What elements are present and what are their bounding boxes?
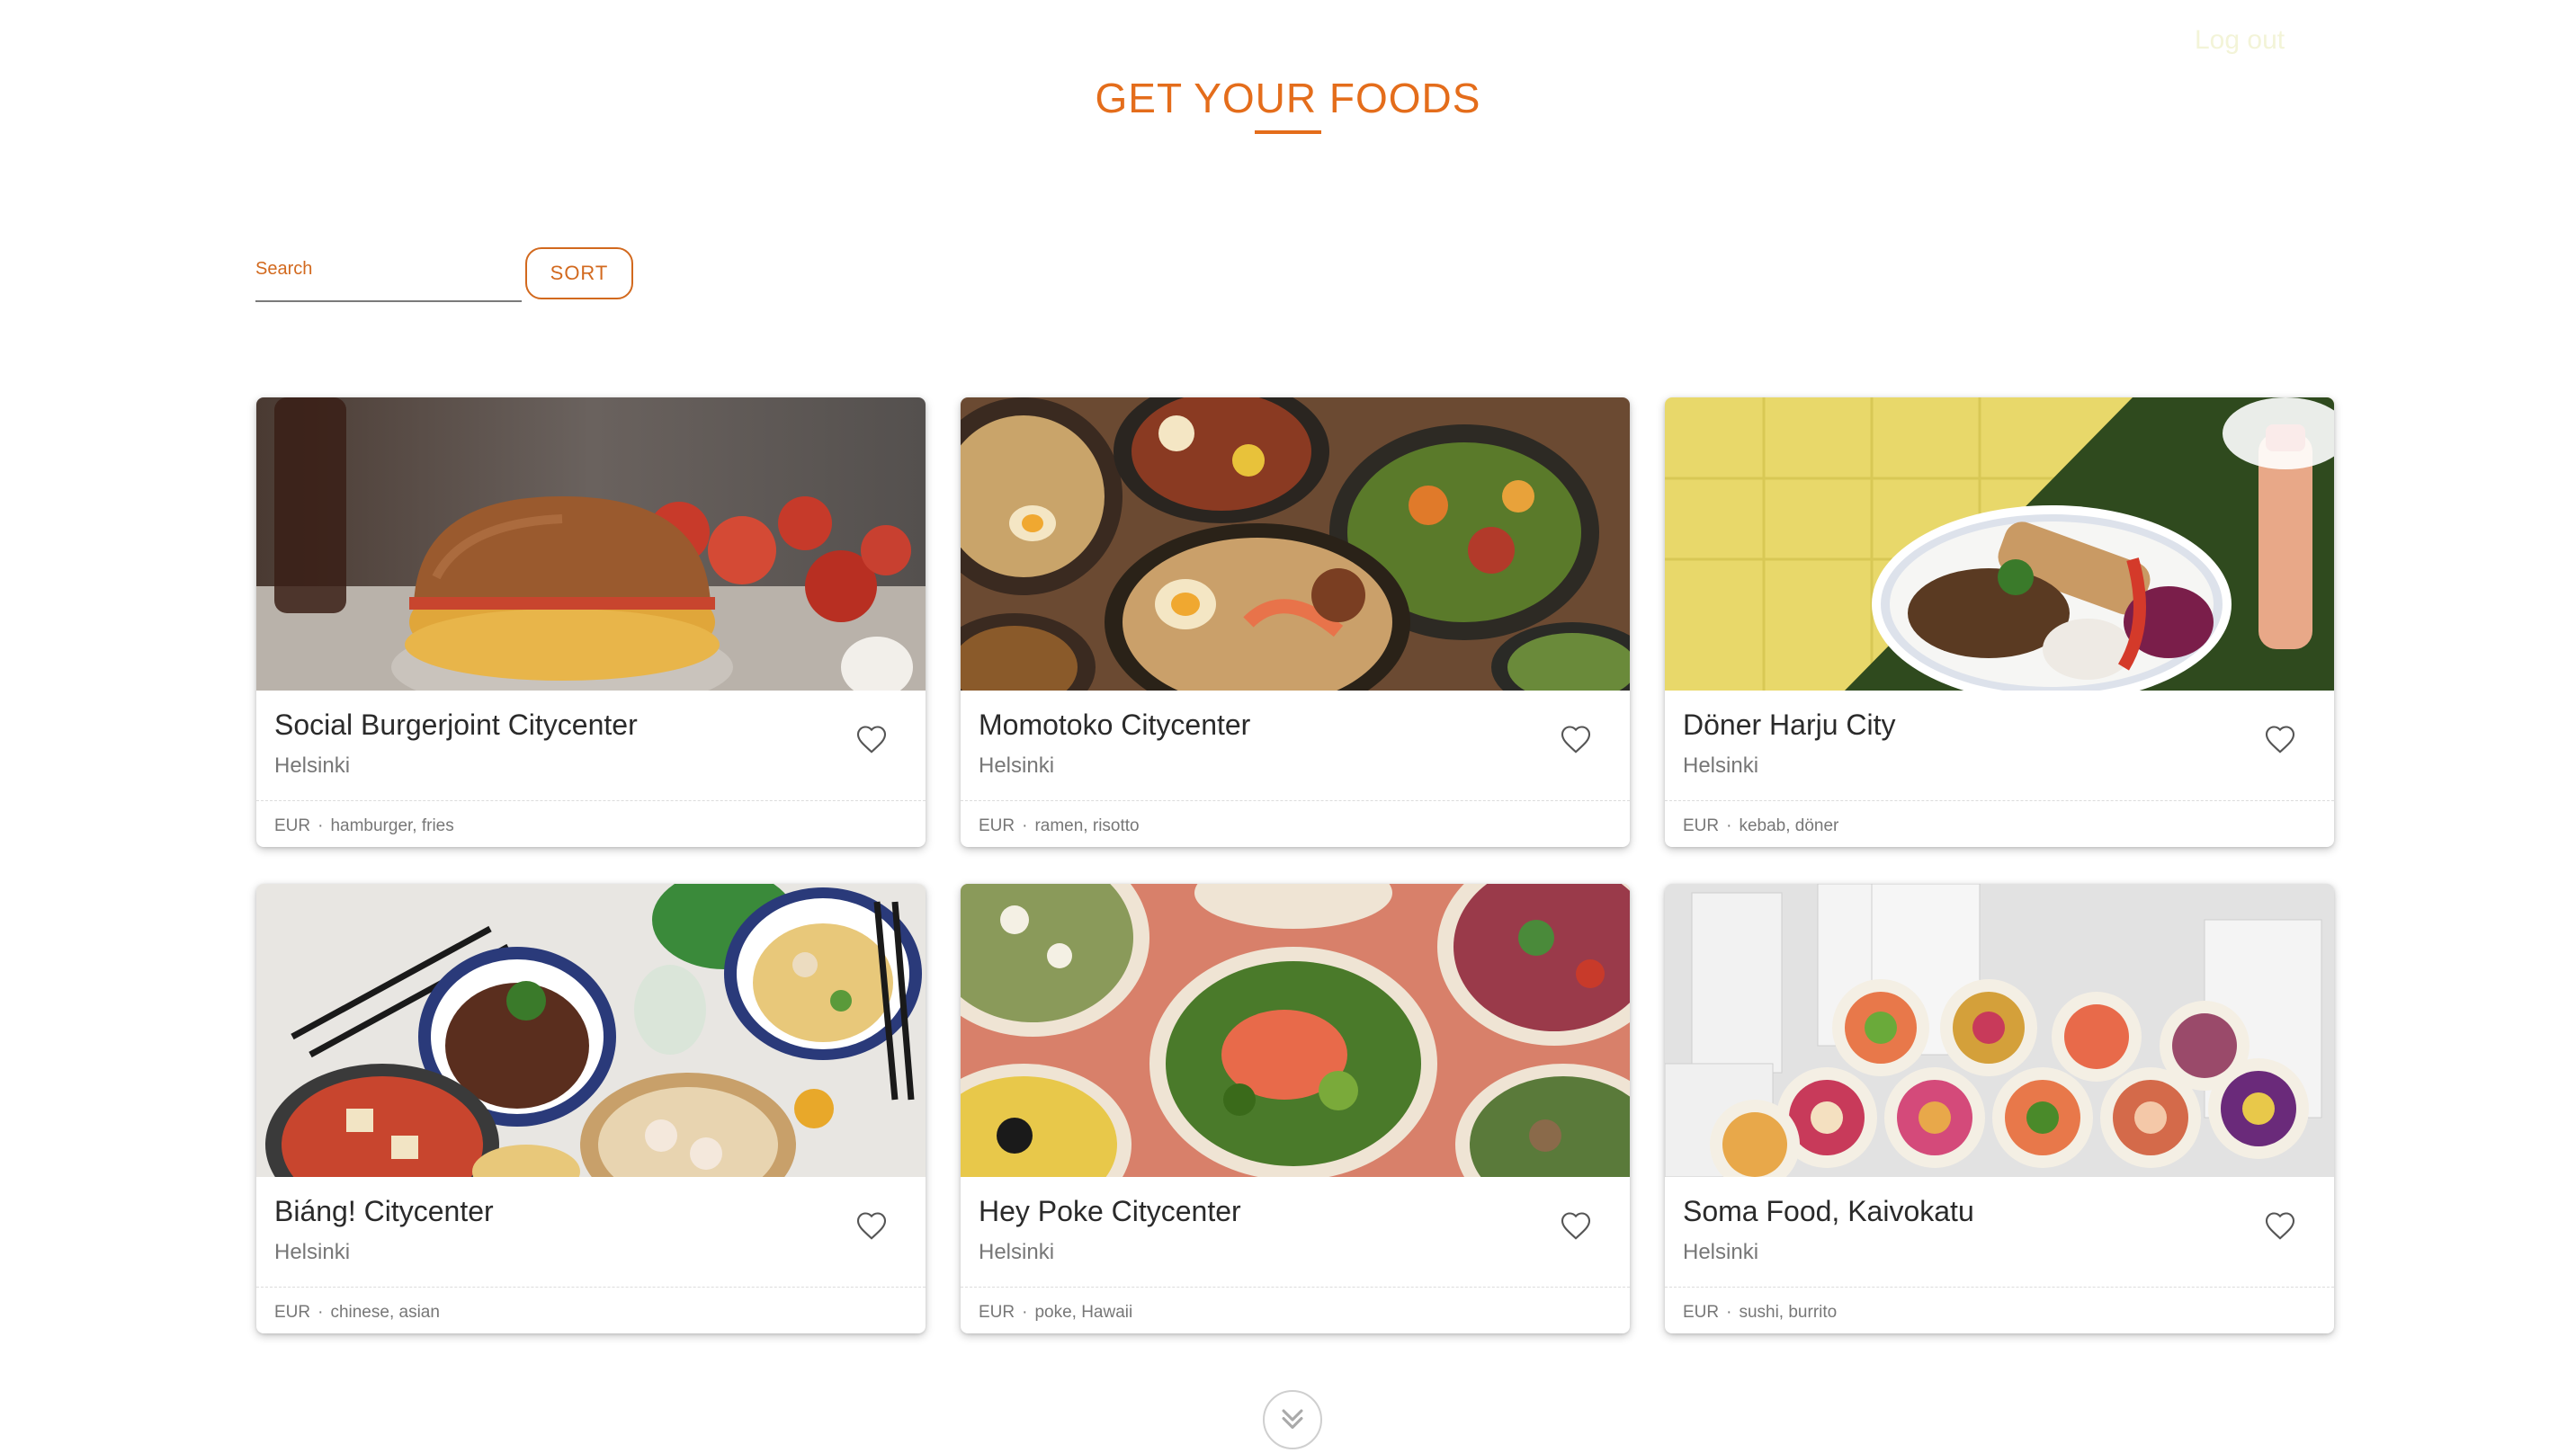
card-divider bbox=[256, 800, 926, 801]
search-field[interactable]: Search bbox=[255, 254, 522, 302]
heart-outline-icon bbox=[856, 1212, 887, 1240]
heart-outline-icon bbox=[1561, 1212, 1591, 1240]
heart-outline-icon bbox=[2265, 726, 2295, 753]
restaurant-name: Social Burgerjoint Citycenter bbox=[274, 709, 638, 741]
double-chevron-down-icon bbox=[1282, 1409, 1303, 1430]
restaurant-card[interactable]: Social Burgerjoint Citycenter Helsinki E… bbox=[256, 397, 926, 847]
restaurant-grid: Social Burgerjoint Citycenter Helsinki E… bbox=[256, 397, 2334, 1333]
page: Log out GET YOUR FOODS Search SORT Socia… bbox=[0, 0, 2576, 1453]
restaurant-image-burger bbox=[256, 397, 926, 691]
favorite-button[interactable] bbox=[1556, 719, 1596, 759]
separator-dot: · bbox=[1726, 1303, 1732, 1322]
sort-button[interactable]: SORT bbox=[525, 247, 633, 299]
restaurant-currency: EUR bbox=[1683, 1303, 1720, 1322]
search-input[interactable] bbox=[255, 277, 520, 300]
restaurant-meta: EUR · chinese, asian bbox=[274, 1303, 440, 1323]
restaurant-currency: EUR bbox=[979, 816, 1015, 835]
restaurant-city: Helsinki bbox=[979, 1240, 1055, 1264]
restaurant-card[interactable]: Soma Food, Kaivokatu Helsinki EUR · sushi,… bbox=[1665, 884, 2334, 1333]
restaurant-name: Döner Harju City bbox=[1683, 709, 1896, 741]
restaurant-image-poke bbox=[961, 884, 1630, 1177]
restaurant-meta: EUR · kebab, döner bbox=[1683, 816, 1838, 836]
card-divider bbox=[961, 1287, 1630, 1288]
restaurant-image-sushi-burrito bbox=[1665, 884, 2334, 1177]
restaurant-tags: hamburger, fries bbox=[330, 816, 454, 835]
restaurant-city: Helsinki bbox=[274, 1240, 351, 1264]
restaurant-card[interactable]: Momotoko Citycenter Helsinki EUR · ramen, … bbox=[961, 397, 1630, 847]
favorite-button[interactable] bbox=[852, 719, 891, 759]
separator-dot: · bbox=[318, 816, 324, 835]
heart-outline-icon bbox=[856, 726, 887, 753]
logout-link[interactable]: Log out bbox=[2195, 25, 2285, 56]
restaurant-image-chinese bbox=[256, 884, 926, 1177]
restaurant-card[interactable]: Döner Harju City Helsinki EUR · kebab, dön… bbox=[1665, 397, 2334, 847]
restaurant-image-kebab bbox=[1665, 397, 2334, 691]
restaurant-city: Helsinki bbox=[274, 753, 351, 778]
restaurant-currency: EUR bbox=[979, 1303, 1015, 1322]
heart-outline-icon bbox=[2265, 1212, 2295, 1240]
restaurant-currency: EUR bbox=[1683, 816, 1720, 835]
restaurant-name: Momotoko Citycenter bbox=[979, 709, 1251, 741]
scroll-down-button[interactable] bbox=[1263, 1390, 1322, 1449]
card-divider bbox=[1665, 1287, 2334, 1288]
restaurant-city: Helsinki bbox=[979, 753, 1055, 778]
restaurant-card[interactable]: Hey Poke Citycenter Helsinki EUR · poke, H… bbox=[961, 884, 1630, 1333]
page-title: GET YOUR FOODS bbox=[1095, 75, 1481, 121]
restaurant-tags: kebab, döner bbox=[1739, 816, 1839, 835]
separator-dot: · bbox=[1726, 816, 1732, 835]
restaurant-meta: EUR · sushi, burrito bbox=[1683, 1303, 1837, 1323]
restaurant-meta: EUR · poke, Hawaii bbox=[979, 1303, 1132, 1323]
restaurant-currency: EUR bbox=[274, 1303, 311, 1322]
heart-outline-icon bbox=[1561, 726, 1591, 753]
favorite-button[interactable] bbox=[2260, 1206, 2300, 1245]
title-underline bbox=[1255, 130, 1321, 134]
restaurant-meta: EUR · hamburger, fries bbox=[274, 816, 454, 836]
card-divider bbox=[961, 800, 1630, 801]
restaurant-name: Hey Poke Citycenter bbox=[979, 1195, 1241, 1227]
favorite-button[interactable] bbox=[2260, 719, 2300, 759]
restaurant-card[interactable]: Biáng! Citycenter Helsinki EUR · chinese, … bbox=[256, 884, 926, 1333]
card-divider bbox=[1665, 800, 2334, 801]
restaurant-tags: ramen, risotto bbox=[1034, 816, 1140, 835]
restaurant-tags: chinese, asian bbox=[330, 1303, 440, 1322]
restaurant-name: Soma Food, Kaivokatu bbox=[1683, 1195, 1974, 1227]
restaurant-city: Helsinki bbox=[1683, 753, 1759, 778]
favorite-button[interactable] bbox=[852, 1206, 891, 1245]
favorite-button[interactable] bbox=[1556, 1206, 1596, 1245]
card-divider bbox=[256, 1287, 926, 1288]
restaurant-meta: EUR · ramen, risotto bbox=[979, 816, 1140, 836]
restaurant-name: Biáng! Citycenter bbox=[274, 1195, 494, 1227]
restaurant-city: Helsinki bbox=[1683, 1240, 1759, 1264]
restaurant-tags: poke, Hawaii bbox=[1034, 1303, 1133, 1322]
restaurant-image-ramen bbox=[961, 397, 1630, 691]
separator-dot: · bbox=[318, 1303, 324, 1322]
separator-dot: · bbox=[1022, 816, 1028, 835]
restaurant-currency: EUR bbox=[274, 816, 311, 835]
separator-dot: · bbox=[1022, 1303, 1028, 1322]
restaurant-tags: sushi, burrito bbox=[1739, 1303, 1838, 1322]
